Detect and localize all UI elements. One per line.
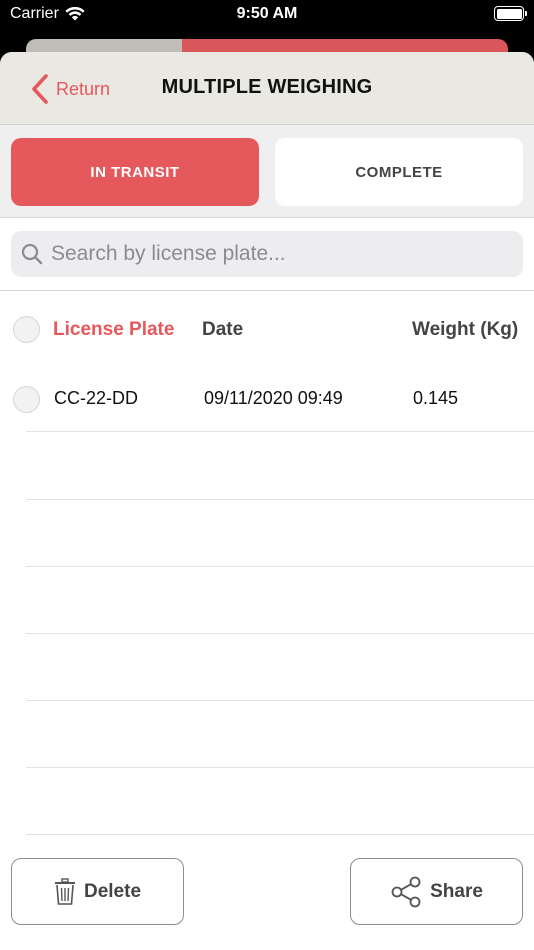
search-bar[interactable] (11, 231, 523, 277)
column-header-license-plate[interactable]: License Plate (53, 319, 174, 341)
select-all-radio[interactable] (13, 316, 40, 343)
row-divider (26, 834, 534, 835)
tab-complete[interactable]: COMPLETE (275, 138, 523, 206)
search-section (0, 218, 534, 291)
status-bar: Carrier 9:50 AM (0, 0, 534, 30)
delete-label: Delete (83, 880, 142, 902)
battery-icon (494, 6, 527, 21)
row-divider (26, 431, 534, 432)
navigation-bar: Return MULTIPLE WEIGHING (0, 52, 534, 125)
row-select-radio[interactable] (13, 386, 40, 413)
share-button[interactable]: Share (350, 858, 523, 925)
column-header-date[interactable]: Date (202, 319, 243, 341)
search-icon (21, 243, 43, 265)
page-title: MULTIPLE WEIGHING (161, 76, 373, 98)
trash-icon (54, 877, 75, 905)
row-divider (26, 767, 534, 768)
row-date: 09/11/2020 09:49 (204, 388, 343, 408)
row-divider (26, 566, 534, 567)
delete-button[interactable]: Delete (11, 858, 184, 925)
search-input[interactable] (51, 242, 491, 266)
row-weight: 0.145 (413, 388, 459, 408)
row-divider (26, 499, 534, 500)
status-segmented-control: IN TRANSIT COMPLETE (0, 125, 534, 218)
weighing-sheet: Return MULTIPLE WEIGHING IN TRANSIT COMP… (0, 52, 534, 950)
table-row[interactable]: CC-22-DD 09/11/2020 09:49 0.145 (0, 365, 534, 432)
clock: 9:50 AM (236, 5, 298, 22)
table-header: License Plate Date Weight (Kg) (0, 292, 534, 364)
share-icon (391, 876, 421, 907)
row-divider (26, 700, 534, 701)
share-label: Share (430, 880, 483, 902)
row-divider (26, 633, 534, 634)
column-header-weight[interactable]: Weight (Kg) (412, 319, 518, 341)
row-license-plate: CC-22-DD (54, 388, 139, 408)
tab-in-transit[interactable]: IN TRANSIT (11, 138, 259, 206)
